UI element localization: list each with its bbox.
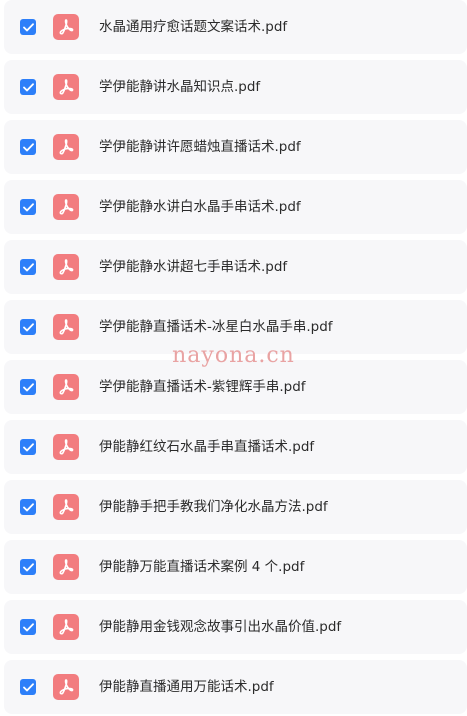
file-checkbox[interactable] xyxy=(20,199,36,215)
pdf-file-icon xyxy=(53,614,79,640)
check-icon xyxy=(22,22,34,31)
file-list-item[interactable]: 学伊能静直播话术-冰星白水晶手串.pdf xyxy=(4,300,467,354)
file-name: 水晶通用疗愈话题文案话术.pdf xyxy=(99,19,288,35)
file-checkbox[interactable] xyxy=(20,619,36,635)
file-checkbox[interactable] xyxy=(20,139,36,155)
file-name: 伊能静直播通用万能话术.pdf xyxy=(99,679,274,695)
file-checkbox[interactable] xyxy=(20,499,36,515)
file-checkbox[interactable] xyxy=(20,79,36,95)
check-icon xyxy=(22,82,34,91)
check-icon xyxy=(22,442,34,451)
pdf-file-icon xyxy=(53,194,79,220)
file-checkbox[interactable] xyxy=(20,559,36,575)
file-list-item[interactable]: 伊能静用金钱观念故事引出水晶价值.pdf xyxy=(4,600,467,654)
check-icon xyxy=(22,562,34,571)
file-list-item[interactable]: 伊能静直播通用万能话术.pdf xyxy=(4,660,467,714)
file-name: 学伊能静讲水晶知识点.pdf xyxy=(99,79,261,95)
check-icon xyxy=(22,622,34,631)
file-name: 伊能静万能直播话术案例 4 个.pdf xyxy=(99,559,305,575)
check-icon xyxy=(22,322,34,331)
pdf-file-icon xyxy=(53,494,79,520)
pdf-file-icon xyxy=(53,374,79,400)
check-icon xyxy=(22,502,34,511)
file-checkbox[interactable] xyxy=(20,379,36,395)
file-list-item[interactable]: 学伊能静直播话术-紫锂辉手串.pdf xyxy=(4,360,467,414)
file-name: 学伊能静水讲超七手串话术.pdf xyxy=(99,259,288,275)
check-icon xyxy=(22,202,34,211)
pdf-file-icon xyxy=(53,254,79,280)
file-name: 伊能静用金钱观念故事引出水晶价值.pdf xyxy=(99,619,342,635)
check-icon xyxy=(22,262,34,271)
file-checkbox[interactable] xyxy=(20,19,36,35)
file-list-item[interactable]: 伊能静手把手教我们净化水晶方法.pdf xyxy=(4,480,467,534)
file-name: 伊能静红纹石水晶手串直播话术.pdf xyxy=(99,439,315,455)
pdf-file-icon xyxy=(53,134,79,160)
file-checkbox[interactable] xyxy=(20,439,36,455)
file-name: 学伊能静直播话术-紫锂辉手串.pdf xyxy=(99,379,306,395)
pdf-file-icon xyxy=(53,314,79,340)
file-name: 伊能静手把手教我们净化水晶方法.pdf xyxy=(99,499,328,515)
file-list-item[interactable]: 水晶通用疗愈话题文案话术.pdf xyxy=(4,0,467,54)
file-checkbox[interactable] xyxy=(20,259,36,275)
check-icon xyxy=(22,682,34,691)
check-icon xyxy=(22,142,34,151)
pdf-file-icon xyxy=(53,74,79,100)
check-icon xyxy=(22,382,34,391)
file-list-item[interactable]: 学伊能静讲许愿蜡烛直播话术.pdf xyxy=(4,120,467,174)
file-list-item[interactable]: 学伊能静水讲白水晶手串话术.pdf xyxy=(4,180,467,234)
file-checkbox[interactable] xyxy=(20,679,36,695)
file-list-item[interactable]: 伊能静红纹石水晶手串直播话术.pdf xyxy=(4,420,467,474)
pdf-file-icon xyxy=(53,434,79,460)
file-list-item[interactable]: 学伊能静讲水晶知识点.pdf xyxy=(4,60,467,114)
file-list-item[interactable]: 学伊能静水讲超七手串话术.pdf xyxy=(4,240,467,294)
pdf-file-icon xyxy=(53,14,79,40)
file-list-item[interactable]: 伊能静万能直播话术案例 4 个.pdf xyxy=(4,540,467,594)
pdf-file-icon xyxy=(53,554,79,580)
file-name: 学伊能静直播话术-冰星白水晶手串.pdf xyxy=(99,319,333,335)
pdf-file-icon xyxy=(53,674,79,700)
file-name: 学伊能静讲许愿蜡烛直播话术.pdf xyxy=(99,139,301,155)
file-name: 学伊能静水讲白水晶手串话术.pdf xyxy=(99,199,301,215)
file-checkbox[interactable] xyxy=(20,319,36,335)
